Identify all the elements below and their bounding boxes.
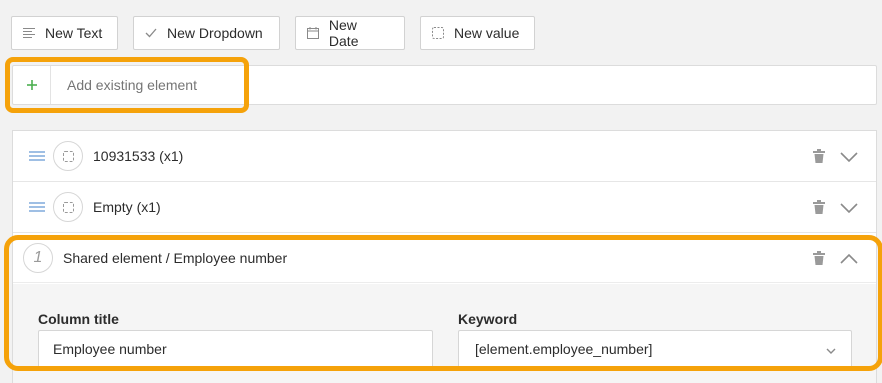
chevron-down-icon — [826, 348, 836, 354]
element-number-badge: 1 — [23, 243, 53, 273]
new-dropdown-label: New Dropdown — [167, 25, 263, 41]
add-existing-input[interactable] — [67, 77, 237, 93]
new-dropdown-button[interactable]: New Dropdown — [133, 16, 280, 50]
drag-handle-icon[interactable] — [29, 151, 45, 161]
shared-element-header[interactable]: 1 Shared element / Employee number — [13, 233, 876, 283]
trash-icon[interactable] — [813, 149, 825, 163]
element-toolbar: New Text New Dropdown New Date New value — [11, 16, 535, 50]
calendar-icon — [306, 26, 320, 40]
keyword-label: Keyword — [458, 311, 518, 327]
element-type-badge — [53, 141, 83, 171]
trash-icon[interactable] — [813, 200, 825, 214]
new-value-label: New value — [454, 25, 520, 41]
list-item[interactable]: Empty (x1) — [13, 182, 876, 233]
checkmark-icon — [144, 26, 158, 40]
element-list: 10931533 (x1) Empty (x1) 1 Shared elemen… — [12, 130, 877, 383]
element-number: 1 — [33, 249, 43, 266]
element-type-badge — [53, 192, 83, 222]
shared-element-label: Shared element / Employee number — [63, 250, 288, 266]
plus-icon[interactable] — [13, 66, 51, 104]
column-title-label: Column title — [38, 311, 119, 327]
new-value-button[interactable]: New value — [420, 16, 535, 50]
chevron-down-icon[interactable] — [839, 147, 859, 167]
element-label: Empty (x1) — [93, 199, 161, 215]
chevron-up-icon[interactable] — [839, 249, 859, 269]
text-lines-icon — [22, 26, 36, 40]
new-date-button[interactable]: New Date — [295, 16, 405, 50]
column-title-input[interactable]: Employee number — [38, 330, 433, 370]
keyword-value: [element.employee_number] — [475, 341, 653, 357]
element-label: 10931533 (x1) — [93, 148, 184, 164]
drag-handle-icon[interactable] — [29, 202, 45, 212]
new-date-label: New Date — [328, 17, 359, 49]
new-text-button[interactable]: New Text — [11, 16, 118, 50]
dashed-square-icon — [62, 201, 74, 213]
add-existing-bar — [12, 65, 877, 105]
trash-icon[interactable] — [813, 251, 825, 265]
dashed-square-icon — [431, 26, 445, 40]
keyword-select[interactable]: [element.employee_number] — [458, 330, 852, 370]
chevron-down-icon[interactable] — [839, 198, 859, 218]
shared-element-panel: Column title Keyword Employee number [el… — [13, 284, 876, 383]
dashed-square-icon — [62, 150, 74, 162]
new-text-label: New Text — [45, 25, 103, 41]
list-item[interactable]: 10931533 (x1) — [13, 131, 876, 182]
